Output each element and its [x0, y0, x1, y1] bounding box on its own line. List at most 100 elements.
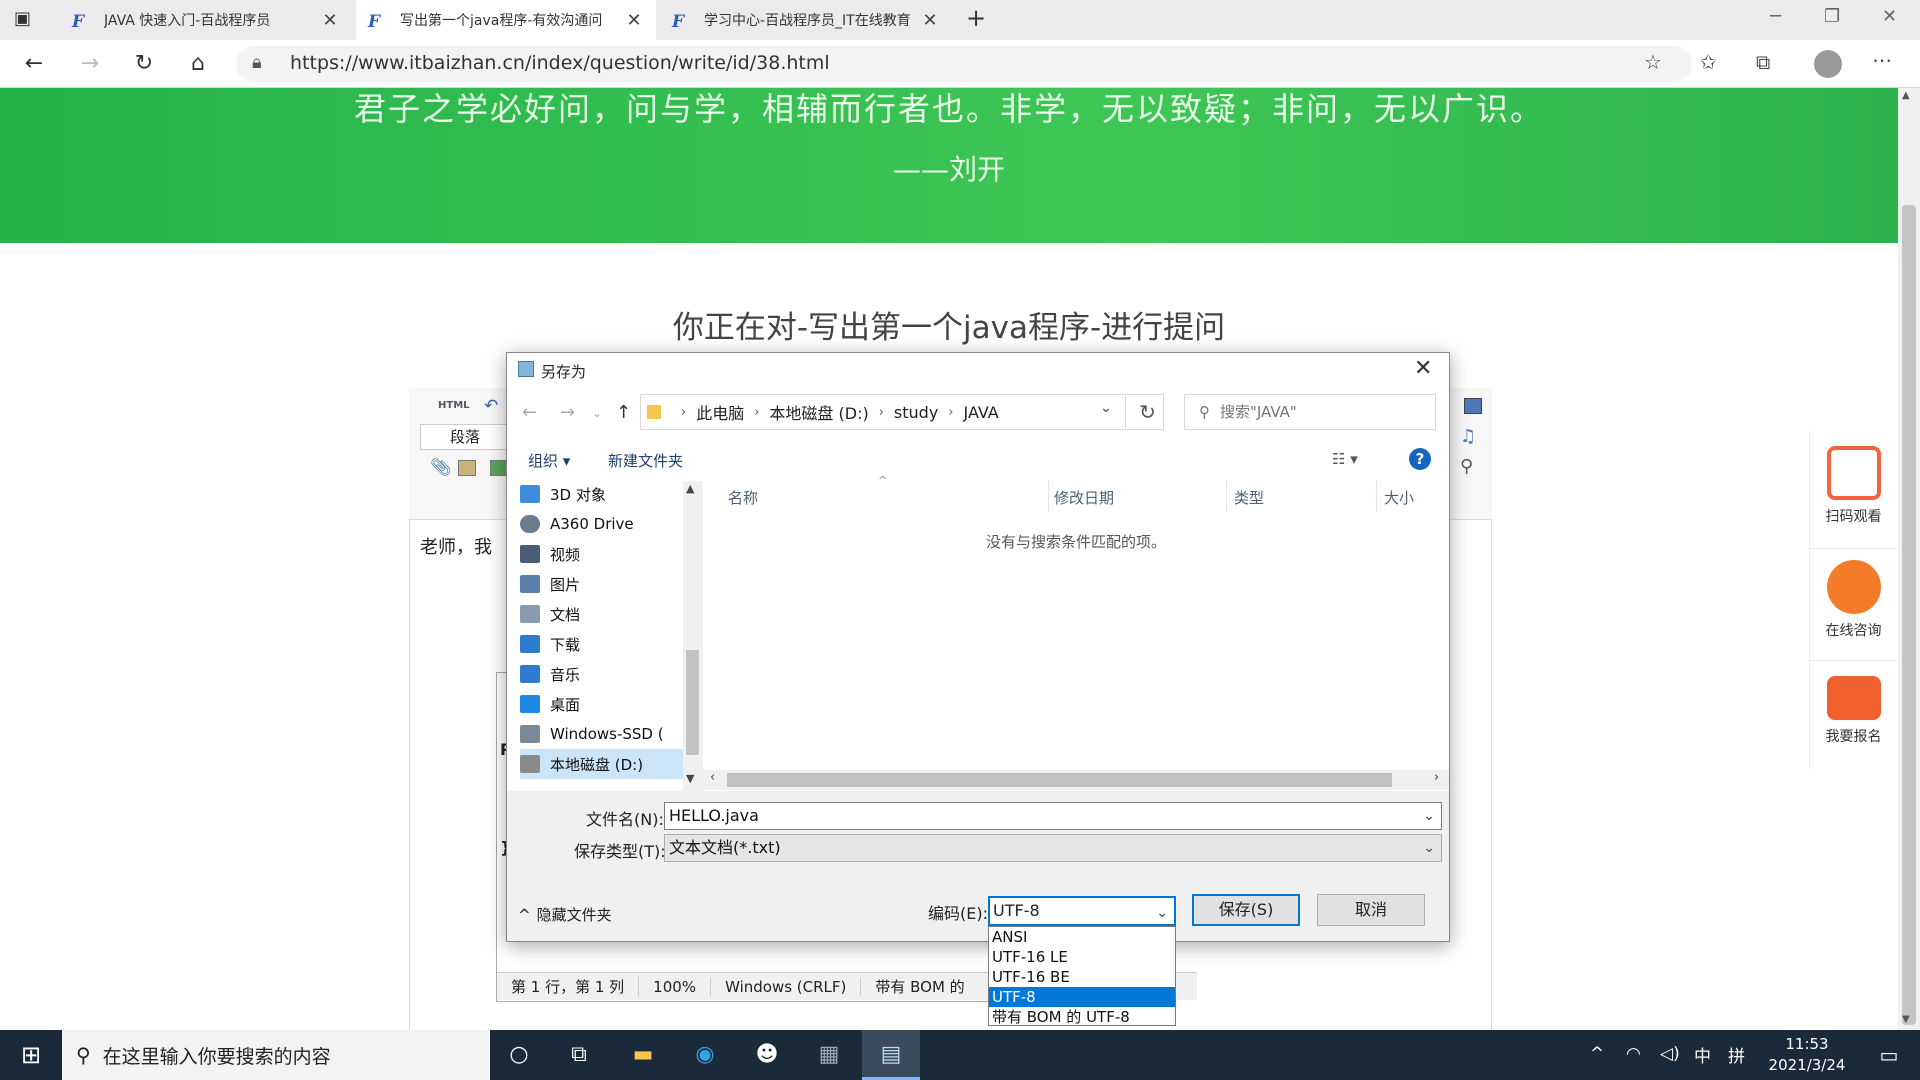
up-icon[interactable]: ↑: [616, 402, 631, 423]
nav-item-downloads[interactable]: 下载: [520, 629, 690, 659]
refresh-icon[interactable]: ↻: [1125, 395, 1169, 429]
new-folder-button[interactable]: 新建文件夹: [608, 450, 683, 471]
new-tab-button[interactable]: +: [966, 4, 986, 32]
filename-input[interactable]: HELLO.java ⌄: [664, 802, 1442, 830]
nav-item-documents[interactable]: 文档: [520, 599, 690, 629]
nav-item-videos[interactable]: 视频: [520, 539, 690, 569]
notepad-taskbar-icon[interactable]: ▤: [862, 1030, 920, 1080]
save-button[interactable]: 保存(S): [1192, 894, 1300, 926]
nav-scrollbar-thumb[interactable]: [686, 650, 699, 755]
qq-icon[interactable]: ☻: [738, 1030, 796, 1080]
back-icon[interactable]: ←: [16, 48, 52, 80]
volume-icon[interactable]: ◁): [1660, 1044, 1680, 1064]
url-text[interactable]: https://www.itbaizhan.cn/index/question/…: [290, 52, 830, 74]
chevron-down-icon[interactable]: ⌄: [1100, 400, 1112, 416]
column-name[interactable]: 名称: [728, 487, 758, 508]
recent-dropdown-icon[interactable]: ⌄: [592, 406, 602, 420]
restore-icon[interactable]: ❐: [1824, 6, 1840, 27]
breadcrumb-this-pc[interactable]: 此电脑: [696, 400, 744, 424]
add-favorite-icon[interactable]: ☆: [1644, 50, 1662, 74]
screen-icon[interactable]: [1464, 398, 1482, 414]
forward-icon[interactable]: →: [72, 48, 108, 80]
edge-icon[interactable]: ◉: [676, 1030, 734, 1080]
scan-watch-button[interactable]: 扫码观看: [1809, 446, 1898, 526]
zoom-icon[interactable]: ⚲: [1460, 456, 1473, 477]
page-scrollbar-thumb[interactable]: [1902, 205, 1916, 1025]
cancel-button[interactable]: 取消: [1317, 894, 1425, 926]
help-icon[interactable]: ?: [1409, 448, 1431, 470]
breadcrumb-study[interactable]: study: [894, 403, 938, 422]
encoding-option-ansi[interactable]: ANSI: [989, 927, 1175, 947]
close-tab-icon[interactable]: ✕: [624, 10, 644, 31]
nav-item-desktop[interactable]: 桌面: [520, 689, 690, 719]
tab-java-quickstart[interactable]: F JAVA 快速入门-百战程序员 ✕: [60, 0, 352, 40]
scroll-right-icon[interactable]: ›: [1434, 770, 1439, 785]
tab-write-question[interactable]: F 写出第一个java程序-有效沟通问 ✕: [356, 0, 656, 40]
view-options-icon[interactable]: ☷ ▾: [1332, 450, 1358, 468]
ime-indicator[interactable]: 中: [1694, 1042, 1711, 1067]
encoding-option-utf16le[interactable]: UTF-16 LE: [989, 947, 1175, 967]
clock[interactable]: 11:53 2021/3/24: [1762, 1034, 1852, 1076]
music-icon[interactable]: ♫: [1460, 426, 1476, 447]
tab-learning-center[interactable]: F 学习中心-百战程序员_IT在线教育 ✕: [660, 0, 952, 40]
file-hscrollbar-thumb[interactable]: [727, 773, 1392, 787]
chevron-down-icon[interactable]: ⌄: [1423, 803, 1435, 829]
breadcrumb-java[interactable]: JAVA: [964, 403, 999, 422]
breadcrumb-drive-d[interactable]: 本地磁盘 (D:): [769, 400, 868, 424]
nav-item-a360-drive[interactable]: A360 Drive: [520, 509, 690, 539]
keyboard-layout-indicator[interactable]: 拼: [1728, 1042, 1745, 1067]
wifi-icon[interactable]: ◠: [1626, 1044, 1641, 1064]
column-date-modified[interactable]: 修改日期: [1054, 487, 1114, 508]
nav-item-windows-ssd[interactable]: Windows-SSD (: [520, 719, 690, 749]
dialog-close-icon[interactable]: ✕: [1414, 356, 1432, 381]
enroll-button[interactable]: 我要报名: [1809, 676, 1898, 746]
column-size[interactable]: 大小: [1384, 487, 1414, 508]
task-view-icon[interactable]: ⧉: [550, 1030, 608, 1080]
chevron-down-icon[interactable]: ⌄: [1423, 835, 1435, 861]
search-input[interactable]: ⚲ 搜索"JAVA": [1184, 394, 1436, 430]
close-tab-icon[interactable]: ✕: [920, 10, 940, 31]
file-explorer-icon[interactable]: ▬: [614, 1030, 672, 1080]
more-icon[interactable]: ⋯: [1872, 48, 1892, 72]
notification-icon[interactable]: ▭: [1864, 1030, 1914, 1080]
filetype-select[interactable]: 文本文档(*.txt) ⌄: [664, 834, 1442, 862]
cortana-icon[interactable]: ○: [490, 1030, 548, 1080]
online-consult-button[interactable]: 在线咨询: [1809, 560, 1898, 640]
collections-icon[interactable]: ⧉: [1756, 50, 1770, 74]
taskbar-search[interactable]: ⚲ 在这里输入你要搜索的内容: [62, 1030, 490, 1080]
scroll-up-icon[interactable]: ▲: [1902, 90, 1910, 101]
home-icon[interactable]: ⌂: [180, 48, 216, 80]
calculator-icon[interactable]: ▦: [800, 1030, 858, 1080]
hide-folders-toggle[interactable]: ^ 隐藏文件夹: [518, 904, 612, 925]
close-window-icon[interactable]: ✕: [1882, 6, 1897, 27]
attachment-icon[interactable]: 📎︎: [430, 458, 452, 478]
image-icon[interactable]: [458, 460, 476, 476]
scroll-up-icon[interactable]: ▲: [686, 482, 694, 495]
close-tab-icon[interactable]: ✕: [320, 10, 340, 31]
html-source-button[interactable]: HTML: [438, 400, 470, 411]
scroll-down-icon[interactable]: ▼: [686, 772, 694, 785]
encoding-option-utf8-bom[interactable]: 带有 BOM 的 UTF-8: [989, 1007, 1175, 1027]
forward-icon[interactable]: →: [560, 402, 575, 423]
encoding-select[interactable]: UTF-8 ⌄: [988, 896, 1176, 926]
refresh-icon[interactable]: ↻: [126, 48, 162, 80]
chevron-up-icon[interactable]: ^: [1590, 1044, 1604, 1064]
nav-item-local-disk-d[interactable]: 本地磁盘 (D:): [520, 749, 690, 779]
scroll-left-icon[interactable]: ‹: [710, 770, 715, 785]
scroll-down-icon[interactable]: ▼: [1902, 1014, 1910, 1025]
lock-icon[interactable]: 🔒︎: [252, 52, 262, 73]
nav-item-music[interactable]: 音乐: [520, 659, 690, 689]
undo-icon[interactable]: ↶: [484, 396, 498, 416]
encoding-option-utf16be[interactable]: UTF-16 BE: [989, 967, 1175, 987]
nav-item-pictures[interactable]: 图片: [520, 569, 690, 599]
windows-start-icon[interactable]: ⊞: [0, 1030, 62, 1080]
back-icon[interactable]: ←: [522, 402, 537, 423]
profile-avatar[interactable]: [1814, 50, 1842, 78]
organize-button[interactable]: 组织 ▾: [528, 450, 570, 471]
tab-actions-icon[interactable]: ▣: [14, 8, 31, 29]
editor-content[interactable]: 老师，我: [420, 533, 492, 559]
encoding-option-utf8[interactable]: UTF-8: [989, 987, 1175, 1007]
paragraph-select[interactable]: 段落: [420, 424, 510, 450]
favorites-icon[interactable]: ✩: [1700, 50, 1717, 74]
chevron-down-icon[interactable]: ⌄: [1156, 900, 1168, 926]
